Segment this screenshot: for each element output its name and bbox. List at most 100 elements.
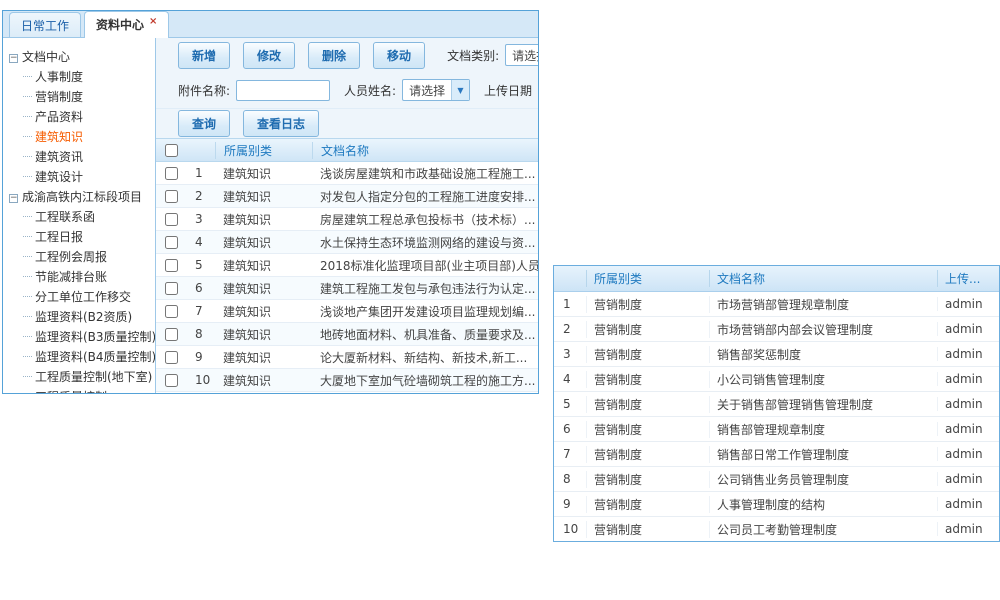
- row-category: 建筑知识: [215, 165, 312, 182]
- table-row[interactable]: 4 营销制度 小公司销售管理制度 admin: [554, 367, 999, 392]
- table-row[interactable]: 1 营销制度 市场营销部管理规章制度 admin: [554, 292, 999, 317]
- row-uploader: admin: [937, 522, 999, 536]
- delete-button[interactable]: 删除: [308, 42, 360, 69]
- person-select[interactable]: 请选择 ▼: [402, 79, 470, 101]
- row-checkbox[interactable]: [165, 190, 178, 203]
- tree-item-label: 监理资料(B4质量控制): [35, 350, 156, 364]
- table-row[interactable]: 5 建筑知识 2018标准化监理项目部(业主项目部)人员...: [156, 254, 538, 277]
- collapse-icon[interactable]: −: [9, 54, 18, 63]
- row-category: 建筑知识: [215, 349, 312, 366]
- tree-item[interactable]: 营销制度: [9, 87, 153, 107]
- row-checkbox[interactable]: [165, 259, 178, 272]
- tree-root-project[interactable]: −成渝高铁内江标段项目: [9, 187, 153, 207]
- tree-connector: [23, 136, 32, 137]
- add-button[interactable]: 新增: [178, 42, 230, 69]
- chevron-down-icon: ▼: [451, 80, 469, 100]
- modify-button[interactable]: 修改: [243, 42, 295, 69]
- tree-item[interactable]: 分工单位工作移交: [9, 287, 153, 307]
- table-row[interactable]: 7 建筑知识 浅谈地产集团开发建设项目监理规划编...: [156, 300, 538, 323]
- category-select[interactable]: 请选择 ▼: [505, 44, 538, 66]
- row-checkbox[interactable]: [165, 167, 178, 180]
- row-checkbox[interactable]: [165, 282, 178, 295]
- tab-bar: 日常工作 资料中心 ×: [3, 11, 538, 38]
- table-row[interactable]: 3 营销制度 销售部奖惩制度 admin: [554, 342, 999, 367]
- row-name: 销售部管理规章制度: [709, 421, 937, 438]
- table-row[interactable]: 2 建筑知识 对发包人指定分包的工程施工进度安排...: [156, 185, 538, 208]
- table-row[interactable]: 10 营销制度 公司员工考勤管理制度 admin: [554, 517, 999, 542]
- tree-connector: [23, 176, 32, 177]
- table-row[interactable]: 10 建筑知识 大厦地下室加气砼墙砌筑工程的施工方...: [156, 369, 538, 392]
- tab-data-center[interactable]: 资料中心 ×: [84, 11, 169, 38]
- row-category: 建筑知识: [215, 326, 312, 343]
- row-checkbox[interactable]: [165, 328, 178, 341]
- table-row[interactable]: 4 建筑知识 水土保持生态环境监测网络的建设与资...: [156, 231, 538, 254]
- window-body: −文档中心 人事制度 营销制度 产品资料 建筑知识 建筑资讯 建筑设计 −成渝高…: [3, 38, 538, 394]
- tree-item[interactable]: 产品资料: [9, 107, 153, 127]
- tree-item-label: 营销制度: [35, 90, 83, 104]
- tab-daily-work[interactable]: 日常工作: [9, 12, 81, 37]
- table-row[interactable]: 1 建筑知识 浅谈房屋建筑和市政基础设施工程施工...: [156, 162, 538, 185]
- query-button[interactable]: 查询: [178, 110, 230, 137]
- select-all-checkbox[interactable]: [165, 144, 178, 157]
- upload-date-label: 上传日期: [484, 82, 532, 99]
- row-name: 建筑工程施工发包与承包违法行为认定...: [312, 280, 538, 297]
- row-name: 公司销售业务员管理制度: [709, 471, 937, 488]
- row-uploader: admin: [937, 322, 999, 336]
- table-row[interactable]: 9 营销制度 人事管理制度的结构 admin: [554, 492, 999, 517]
- tree-item[interactable]: 监理资料(B2资质): [9, 307, 153, 327]
- category-label: 文档类别:: [447, 47, 499, 64]
- tree-item[interactable]: 工程例会周报: [9, 247, 153, 267]
- row-number: 6: [186, 281, 215, 295]
- table-row[interactable]: 9 建筑知识 论大厦新材料、新结构、新技术,新工...: [156, 346, 538, 369]
- collapse-icon[interactable]: −: [9, 194, 18, 203]
- tree-item[interactable]: 工程联系函: [9, 207, 153, 227]
- tree-root-label: 成渝高铁内江标段项目: [22, 190, 142, 204]
- row-name: 销售部日常工作管理制度: [709, 446, 937, 463]
- tree-item[interactable]: 工程质量控制(地下室): [9, 367, 153, 387]
- row-number: 5: [554, 397, 586, 411]
- table-row[interactable]: 5 营销制度 关于销售部管理销售管理制度 admin: [554, 392, 999, 417]
- tree-item[interactable]: 监理资料(B4质量控制): [9, 347, 153, 367]
- row-uploader: admin: [937, 447, 999, 461]
- tab-label: 日常工作: [21, 19, 69, 33]
- tree-item-label: 工程例会周报: [35, 250, 107, 264]
- tree-item-label: 建筑资讯: [35, 150, 83, 164]
- table-row[interactable]: 7 营销制度 销售部日常工作管理制度 admin: [554, 442, 999, 467]
- tree-item[interactable]: 工程日报: [9, 227, 153, 247]
- row-name: 浅谈房屋建筑和市政基础设施工程施工...: [312, 165, 538, 182]
- row-uploader: admin: [937, 372, 999, 386]
- view-log-button[interactable]: 查看日志: [243, 110, 319, 137]
- tab-close-icon[interactable]: ×: [149, 16, 157, 27]
- tree-item-selected[interactable]: 建筑知识: [9, 127, 153, 147]
- tree-item[interactable]: 建筑资讯: [9, 147, 153, 167]
- table-row[interactable]: 6 建筑知识 建筑工程施工发包与承包违法行为认定...: [156, 277, 538, 300]
- row-checkbox[interactable]: [165, 305, 178, 318]
- row-category: 营销制度: [586, 346, 709, 363]
- tree-item[interactable]: 监理资料(B3质量控制): [9, 327, 153, 347]
- row-number: 7: [554, 447, 586, 461]
- tree-item[interactable]: 工程质量控制: [9, 387, 153, 394]
- table-row[interactable]: 8 建筑知识 地砖地面材料、机具准备、质量要求及...: [156, 323, 538, 346]
- tree-item[interactable]: 人事制度: [9, 67, 153, 87]
- row-name: 2018标准化监理项目部(业主项目部)人员...: [312, 257, 538, 274]
- row-checkbox[interactable]: [165, 213, 178, 226]
- row-name: 人事管理制度的结构: [709, 496, 937, 513]
- row-checkbox[interactable]: [165, 374, 178, 387]
- table-header: 所属别类 文档名称 上传...: [554, 266, 999, 292]
- table-row[interactable]: 3 建筑知识 房屋建筑工程总承包投标书（技术标）...: [156, 208, 538, 231]
- row-category: 建筑知识: [215, 188, 312, 205]
- tab-label: 资料中心: [96, 18, 144, 32]
- table-row[interactable]: 2 营销制度 市场营销部内部会议管理制度 admin: [554, 317, 999, 342]
- row-category: 建筑知识: [215, 257, 312, 274]
- move-button[interactable]: 移动: [373, 42, 425, 69]
- row-checkbox[interactable]: [165, 351, 178, 364]
- attachment-name-input[interactable]: [236, 80, 330, 101]
- row-number: 9: [186, 350, 215, 364]
- tree-connector: [23, 336, 32, 337]
- row-checkbox[interactable]: [165, 236, 178, 249]
- table-row[interactable]: 6 营销制度 销售部管理规章制度 admin: [554, 417, 999, 442]
- tree-root-document-center[interactable]: −文档中心: [9, 47, 153, 67]
- tree-item[interactable]: 建筑设计: [9, 167, 153, 187]
- table-row[interactable]: 8 营销制度 公司销售业务员管理制度 admin: [554, 467, 999, 492]
- tree-item[interactable]: 节能减排台账: [9, 267, 153, 287]
